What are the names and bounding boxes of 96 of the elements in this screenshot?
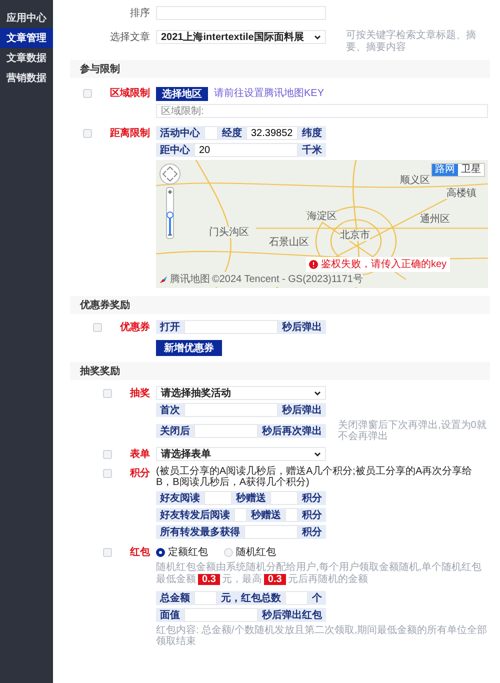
input-addon: 总金额: [156, 591, 194, 605]
input-addon: 秒赠送: [232, 491, 270, 505]
input-addon: 经度: [218, 126, 246, 140]
input-addon: 好友阅读: [156, 491, 204, 505]
select-field[interactable]: 请选择抽奖活动: [156, 386, 326, 400]
input-addon: 秒赠送: [247, 508, 285, 522]
checkbox[interactable]: [103, 548, 112, 556]
map-type-tab[interactable]: 卫星: [458, 164, 484, 176]
input-field[interactable]: [234, 508, 247, 522]
checkbox[interactable]: [83, 88, 92, 98]
input-field[interactable]: [184, 403, 278, 417]
input-field[interactable]: [204, 126, 218, 140]
checkbox[interactable]: [103, 450, 112, 458]
input-field[interactable]: [184, 320, 278, 334]
input-field[interactable]: [184, 608, 258, 622]
field-label: 区域限制: [110, 86, 150, 100]
hint-text: 可按关键字检索文章标题、摘要、摘要内容: [346, 30, 476, 54]
select-field[interactable]: 请选择表单: [156, 447, 326, 461]
map-logo-text: 腾讯地图: [170, 272, 210, 287]
input-addon: 秒后弹出红包: [258, 608, 326, 622]
field-label: 抽奖: [130, 386, 150, 400]
place-label: 顺义区: [400, 175, 430, 186]
input-addon: 活动中心: [156, 126, 204, 140]
radio-option[interactable]: 定额红包: [156, 544, 208, 560]
input-field[interactable]: [194, 591, 217, 605]
input-field[interactable]: [285, 591, 308, 605]
sidebar-item[interactable]: 营销数据: [0, 68, 53, 88]
input-addon: 面值: [156, 608, 184, 622]
checkbox[interactable]: [103, 468, 112, 478]
input-field[interactable]: [244, 525, 298, 539]
place-label: 门头沟区: [209, 226, 250, 238]
select-region-button[interactable]: 选择地区: [156, 86, 208, 100]
input-addon: 积分: [298, 525, 326, 539]
place-label: 海淀区: [307, 211, 337, 222]
input-addon: 所有转发最多获得: [156, 525, 244, 539]
field-label: 选择文章: [110, 30, 150, 44]
zoom-control[interactable]: [159, 163, 181, 239]
field-label: 表单: [130, 448, 150, 462]
input-field[interactable]: 20: [194, 143, 298, 157]
input-addon: 千米: [298, 143, 326, 157]
zoom-slider-icon[interactable]: [166, 187, 174, 239]
input-addon: 纬度: [298, 126, 326, 140]
hint-text: 关闭弹窗后下次再弹出,设置为0就不会再弹出: [338, 420, 488, 442]
section-title: 参与限制: [80, 62, 120, 76]
input-addon: 距中心: [156, 143, 194, 157]
input-addon: 秒后弹出: [278, 403, 326, 417]
input-addon: 元，红包总数: [217, 591, 285, 605]
hint-text: 随机红包金额由系统随机分配给用户,每个用户领取金额随机,单个随机红包最低金额 0.3 元，最高 0.3 元后再随机的金额: [156, 562, 483, 586]
select-field[interactable]: 2021上海intertextile国际面料展: [156, 30, 326, 44]
checkbox[interactable]: [83, 128, 92, 138]
points-note: (被员工分享的A阅读几秒后，赠送A几个积分;被员工分享的A再次分享给B，B阅读几秒后，A获得几个积分): [156, 466, 474, 488]
chevron-down-icon: [314, 452, 321, 456]
place-label: 石景山区: [268, 236, 309, 248]
sidebar-item[interactable]: 文章数据: [0, 48, 53, 68]
checkbox[interactable]: [93, 322, 102, 332]
input-field[interactable]: [156, 6, 326, 20]
place-label: 北京市: [340, 230, 370, 242]
input-field[interactable]: [285, 508, 298, 522]
input-addon: 个: [308, 591, 326, 605]
input-field[interactable]: 区域限制:: [156, 104, 488, 118]
settings-link[interactable]: 请前往设置腾讯地图KEY: [214, 86, 324, 101]
sidebar-item[interactable]: 文章管理: [0, 28, 53, 48]
input-addon: 打开: [156, 320, 184, 334]
chevron-down-icon: [314, 390, 321, 396]
section-title: 抽奖奖励: [80, 364, 120, 378]
input-addon: 秒后再次弹出: [258, 424, 326, 438]
place-label: 通州区: [420, 214, 450, 225]
field-label: 优惠券: [120, 320, 150, 334]
chevron-down-icon: [314, 34, 321, 40]
field-label: 排序: [130, 6, 150, 20]
sidebar-item[interactable]: 应用中心: [0, 8, 53, 28]
checkbox[interactable]: [103, 388, 112, 398]
map-logo-icon: [159, 275, 168, 284]
alert-icon: [309, 260, 318, 269]
hint-text: 红包内容: 总金额/个数随机发放且第二次领取,期间最低金额的所有单位全部领取结束: [156, 625, 488, 647]
input-addon: 积分: [298, 491, 326, 505]
input-field[interactable]: 32.39852: [246, 126, 298, 140]
input-addon: 积分: [298, 508, 326, 522]
input-addon: 秒后弹出: [278, 320, 326, 334]
place-label: 高楼镇: [446, 188, 476, 200]
input-addon: 好友转发后阅读: [156, 508, 234, 522]
input-field[interactable]: [194, 424, 258, 438]
input-field[interactable]: [204, 491, 232, 505]
pan-control-icon[interactable]: [159, 163, 181, 185]
radio-option[interactable]: 随机红包: [224, 544, 276, 560]
section-title: 优惠券奖励: [80, 298, 130, 312]
add-coupon-button[interactable]: 新增优惠券: [156, 340, 222, 356]
input-field[interactable]: [270, 491, 298, 505]
map-type-tab[interactable]: 路网: [432, 164, 458, 176]
field-label: 距离限制: [110, 126, 150, 140]
input-addon: 关闭后: [156, 424, 194, 438]
field-label: 积分: [130, 466, 150, 480]
input-addon: 首次: [156, 403, 184, 417]
error-text: 鉴权失败，请传入正确的key: [321, 258, 447, 272]
map-attribution: ©2024 Tencent - GS(2023)1171号: [212, 274, 363, 285]
field-label: 红包: [130, 546, 150, 560]
